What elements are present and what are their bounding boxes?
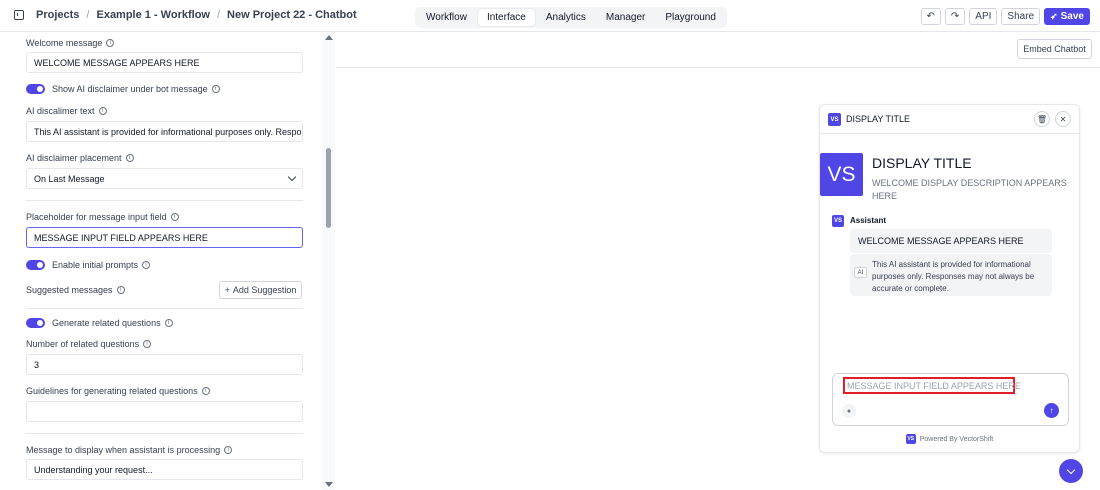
processing-message-input[interactable]: Understanding your request... — [26, 459, 303, 480]
top-bar: Projects / Example 1 - Workflow / New Pr… — [0, 0, 1100, 32]
disclaimer-text-input[interactable]: This AI assistant is provided for inform… — [26, 121, 303, 142]
info-icon: i — [98, 107, 107, 115]
placeholder-label: Placeholder for message input field i — [26, 212, 179, 222]
scrollbar-thumb[interactable] — [326, 148, 331, 228]
guidelines-input[interactable] — [26, 401, 303, 422]
close-icon[interactable]: ✕ — [1055, 111, 1071, 127]
breadcrumb-workflow[interactable]: Example 1 - Workflow — [96, 9, 210, 21]
tab-playground[interactable]: Playground — [656, 9, 725, 26]
info-icon: i — [224, 446, 233, 454]
breadcrumb: Projects / Example 1 - Workflow / New Pr… — [14, 9, 357, 21]
embed-chatbot-button[interactable]: Embed Chatbot — [1017, 39, 1092, 59]
chat-input-box[interactable]: MESSAGE INPUT FIELD APPEARS HERE ● ↑ — [832, 373, 1069, 426]
tab-workflow[interactable]: Workflow — [417, 9, 476, 26]
num-related-label: Number of related questions i — [26, 339, 152, 349]
save-label: Save — [1060, 11, 1084, 22]
welcome-message-bubble: WELCOME MESSAGE APPEARS HERE — [850, 229, 1052, 253]
disclaimer-text: This AI assistant is provided for inform… — [872, 260, 1035, 293]
scrollbar-track[interactable] — [322, 32, 335, 490]
send-arrow-icon[interactable]: ↑ — [1044, 403, 1059, 418]
welcome-message-input[interactable]: WELCOME MESSAGE APPEARS HERE — [26, 52, 303, 73]
disclaimer-bubble: AI This AI assistant is provided for inf… — [850, 254, 1052, 296]
related-questions-label: Generate related questions i — [52, 318, 173, 328]
placement-value: On Last Message — [34, 173, 105, 184]
guidelines-label: Guidelines for generating related questi… — [26, 386, 210, 396]
canvas-divider — [336, 67, 1100, 68]
tab-interface[interactable]: Interface — [477, 9, 535, 26]
save-button[interactable]: ➶ Save — [1044, 8, 1090, 25]
disclaimer-text-label: AI discalimer text i — [26, 106, 107, 116]
chat-widget: VS DISPLAY TITLE 🗑 ✕ VS DISPLAY TITLE WE… — [819, 104, 1080, 453]
vs-logo-icon: VS — [828, 113, 841, 126]
chat-input-placeholder[interactable]: MESSAGE INPUT FIELD APPEARS HERE — [843, 377, 1021, 394]
undo-button[interactable]: ↶ — [920, 8, 941, 25]
share-button[interactable]: Share — [1001, 8, 1041, 25]
info-icon: i — [106, 39, 115, 47]
chat-display-title: DISPLAY TITLE — [872, 155, 972, 171]
trash-icon[interactable]: 🗑 — [1034, 111, 1050, 127]
related-questions-toggle[interactable] — [26, 318, 45, 328]
rocket-icon: ➶ — [1050, 11, 1058, 21]
initial-prompts-label: Enable initial prompts i — [52, 260, 151, 270]
assistant-name: Assistant — [850, 216, 887, 225]
chevron-down-icon — [1066, 465, 1076, 474]
info-icon: i — [125, 154, 134, 162]
powered-by-text: Powered By VectorShift — [919, 435, 994, 443]
powered-by: VS Powered By VectorShift — [820, 434, 1079, 444]
microphone-icon[interactable]: ● — [842, 404, 856, 418]
add-suggestion-button[interactable]: + Add Suggestion — [219, 281, 302, 299]
api-button[interactable]: API — [969, 8, 998, 25]
placeholder-input[interactable]: MESSAGE INPUT FIELD APPEARS HERE — [26, 227, 303, 248]
vs-assistant-icon: VS — [832, 215, 844, 227]
plus-icon: + — [224, 285, 230, 295]
initial-prompts-toggle[interactable] — [26, 260, 45, 270]
suggested-messages-label: Suggested messages i — [26, 285, 125, 295]
divider — [26, 433, 303, 434]
welcome-message-label: Welcome message i — [26, 38, 115, 48]
tab-manager[interactable]: Manager — [597, 9, 654, 26]
scroll-down-arrow-icon[interactable] — [325, 482, 333, 487]
breadcrumb-project[interactable]: New Project 22 - Chatbot — [227, 9, 357, 21]
chat-header: VS DISPLAY TITLE 🗑 ✕ — [820, 105, 1079, 134]
sidebar-toggle-icon[interactable] — [14, 10, 24, 20]
tab-bar: Workflow Interface Analytics Manager Pla… — [415, 7, 727, 28]
redo-button[interactable]: ↷ — [944, 8, 966, 25]
show-disclaimer-label: Show AI disclaimer under bot message i — [52, 84, 220, 94]
disclaimer-placement-label: AI disclaimer placement i — [26, 153, 134, 163]
info-icon: i — [116, 286, 125, 294]
info-icon: i — [211, 85, 220, 93]
chevron-down-icon — [287, 172, 297, 182]
num-related-input[interactable]: 3 — [26, 354, 303, 375]
vs-footer-logo-icon: VS — [905, 434, 916, 444]
show-disclaimer-toggle[interactable] — [26, 84, 45, 94]
vs-avatar-large: VS — [820, 153, 863, 196]
ai-badge-icon: AI — [854, 267, 867, 278]
processing-message-label: Message to display when assistant is pro… — [26, 445, 233, 455]
chat-header-title: DISPLAY TITLE — [846, 114, 911, 124]
divider — [26, 308, 303, 309]
breadcrumb-projects[interactable]: Projects — [36, 9, 79, 21]
divider — [26, 200, 303, 201]
chat-launcher-button[interactable] — [1059, 459, 1083, 483]
chat-display-description: WELCOME DISPLAY DESCRIPTION APPEARS HERE — [872, 178, 1067, 201]
tab-analytics[interactable]: Analytics — [537, 9, 595, 26]
info-icon: i — [201, 387, 210, 395]
info-icon: i — [170, 213, 179, 221]
disclaimer-placement-select[interactable]: On Last Message — [26, 168, 303, 189]
info-icon: i — [143, 340, 152, 348]
info-icon: i — [164, 319, 173, 327]
scroll-up-arrow-icon[interactable] — [325, 35, 333, 40]
info-icon: i — [142, 261, 151, 269]
toolbar-actions: ↶ ↷ API Share ➶ Save — [920, 8, 1090, 25]
